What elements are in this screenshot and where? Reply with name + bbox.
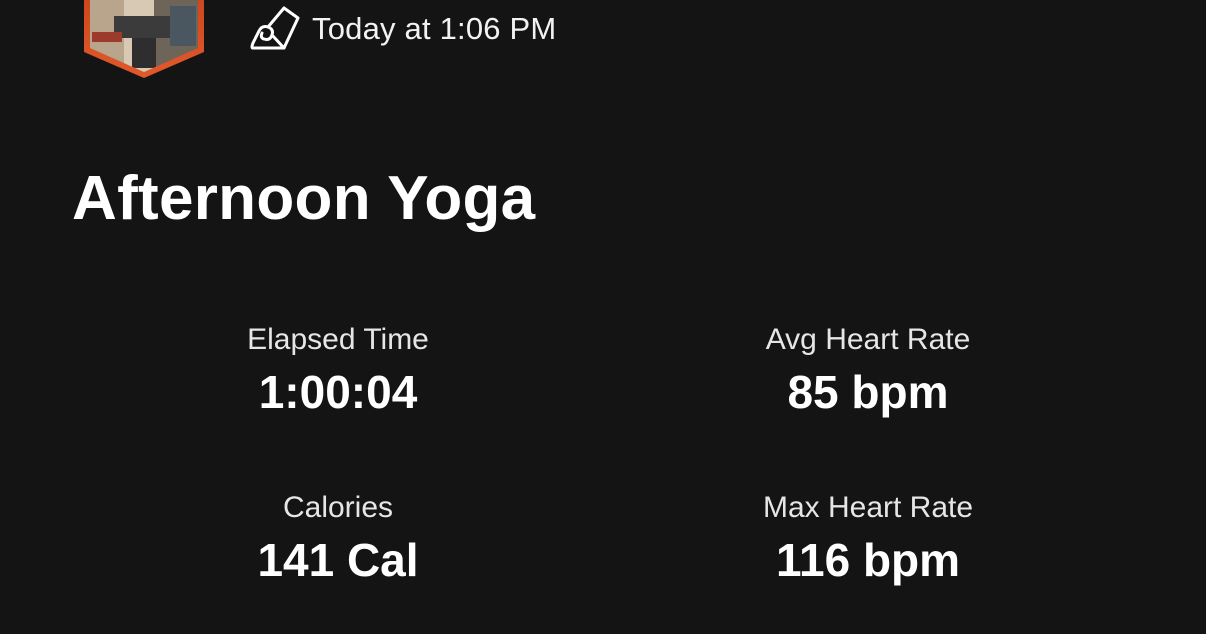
avatar[interactable] xyxy=(84,0,204,78)
stat-value: 116 bpm xyxy=(775,534,961,586)
activity-title: Afternoon Yoga xyxy=(72,164,536,233)
stat-value: 141 Cal xyxy=(257,534,419,586)
stat-label: Elapsed Time xyxy=(247,323,429,356)
stat-value: 85 bpm xyxy=(787,366,949,418)
stat-label: Calories xyxy=(282,491,394,524)
yoga-mat-icon xyxy=(250,5,300,53)
activity-meta: Today at 1:06 PM xyxy=(250,5,556,53)
stat-avg-heart-rate: Avg Heart Rate 85 bpm xyxy=(638,318,1098,421)
stat-label: Avg Heart Rate xyxy=(765,323,971,356)
stat-elapsed-time: Elapsed Time 1:00:04 xyxy=(108,318,568,421)
stat-value: 1:00:04 xyxy=(258,366,418,418)
stat-label: Max Heart Rate xyxy=(762,491,974,524)
stat-max-heart-rate: Max Heart Rate 116 bpm xyxy=(638,486,1098,589)
avatar-image xyxy=(84,0,204,78)
stat-calories: Calories 141 Cal xyxy=(108,486,568,589)
activity-timestamp: Today at 1:06 PM xyxy=(312,11,557,46)
